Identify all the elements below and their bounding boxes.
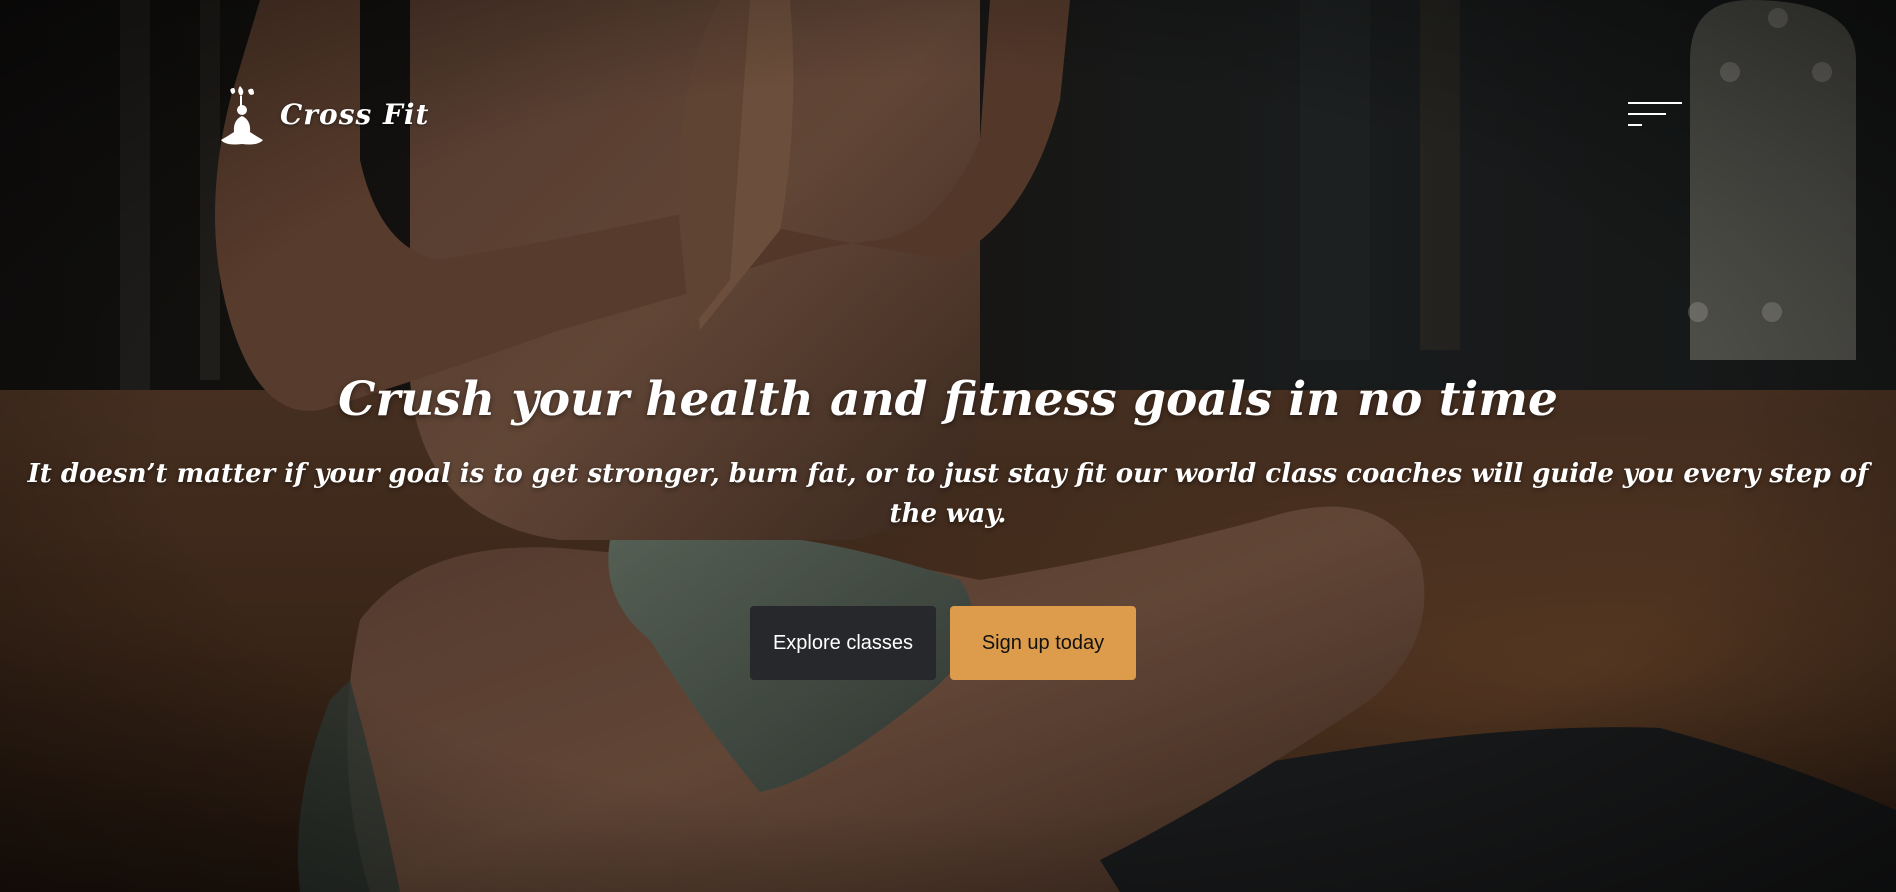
hero-subtitle: It doesn’t matter if your goal is to get…: [27, 459, 1869, 529]
hero-section: Cross Fit Crush your health and fitness …: [0, 0, 1896, 892]
sign-up-button[interactable]: Sign up today: [950, 606, 1136, 680]
explore-classes-button[interactable]: Explore classes: [750, 606, 936, 680]
hero-title: Crush your health and fitness goals in n…: [338, 372, 1558, 427]
menu-line-top: [1628, 102, 1682, 104]
menu-line-bottom: [1628, 124, 1642, 126]
menu-line-middle: [1628, 113, 1666, 115]
hamburger-menu-icon[interactable]: [1620, 98, 1686, 132]
logo[interactable]: Cross Fit: [218, 80, 429, 148]
brand-name: Cross Fit: [280, 97, 430, 131]
meditation-figure-icon: [221, 86, 263, 145]
